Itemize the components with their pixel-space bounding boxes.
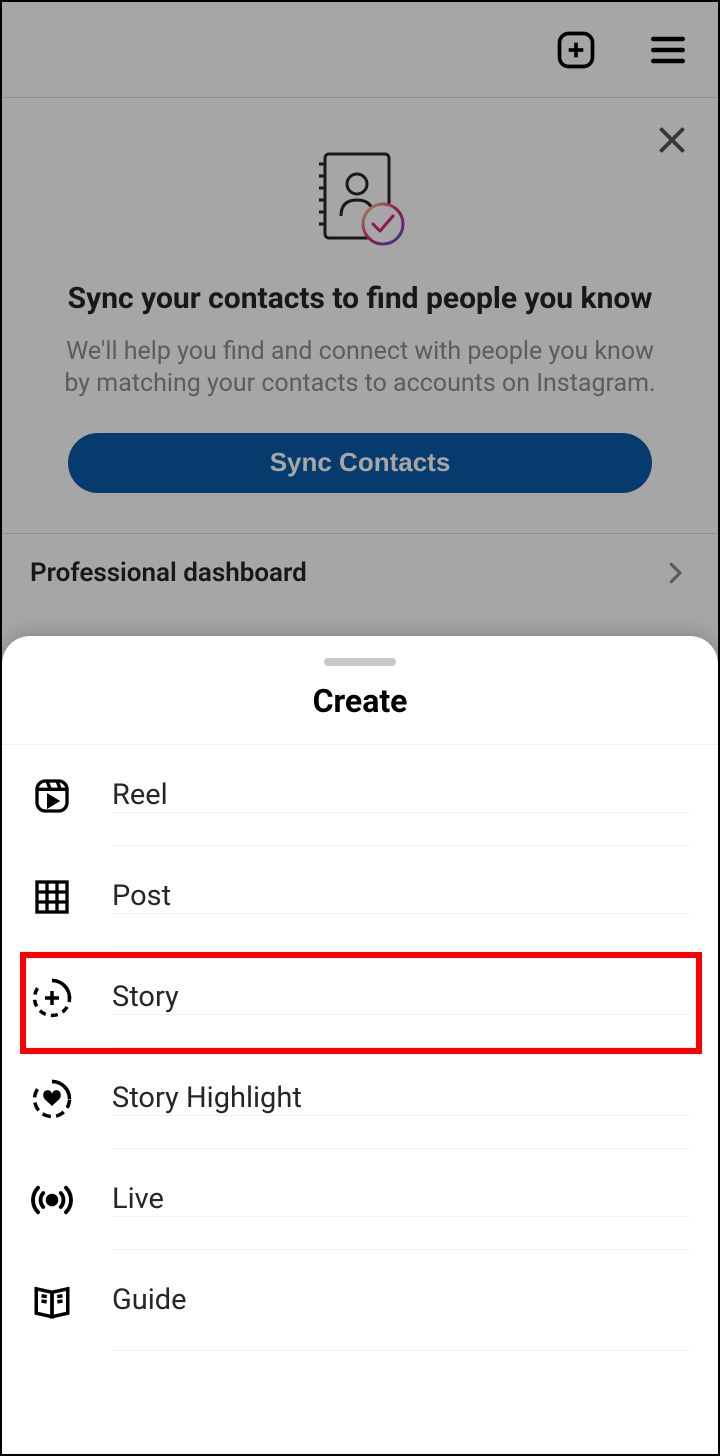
grid-icon [32,877,72,917]
create-option-label: Story [112,980,690,1015]
create-option-label: Reel [112,778,690,813]
create-option-label: Story Highlight [112,1081,690,1116]
create-option-live[interactable]: Live [30,1149,690,1250]
create-option-label: Post [112,879,690,914]
live-icon [31,1179,73,1221]
story-heart-icon [31,1078,73,1120]
create-option-reel[interactable]: Reel [30,745,690,846]
sheet-title: Create [2,682,718,745]
create-option-guide[interactable]: Guide [30,1250,690,1351]
create-options-list: Reel Post [2,745,718,1351]
create-option-story[interactable]: Story [30,947,690,1048]
create-bottom-sheet: Create Reel [2,636,718,1454]
guide-icon [31,1280,73,1322]
create-option-story-highlight[interactable]: Story Highlight [30,1048,690,1149]
create-option-label: Live [112,1182,690,1217]
sheet-drag-handle[interactable] [324,658,396,666]
reel-icon [32,776,72,816]
create-option-label: Guide [112,1283,690,1317]
story-plus-icon [31,977,73,1019]
create-option-post[interactable]: Post [30,846,690,947]
